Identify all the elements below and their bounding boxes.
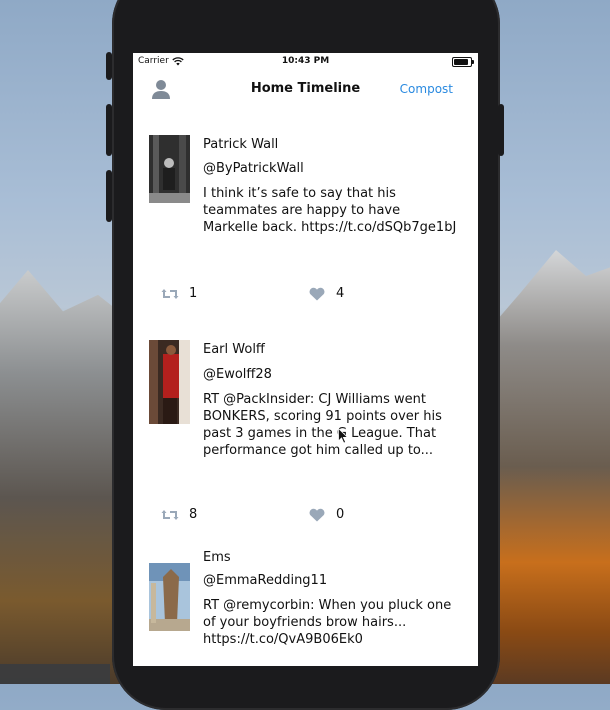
power-button	[498, 104, 504, 156]
navigation-bar: Home Timeline Compost	[133, 71, 478, 107]
mouse-cursor-icon	[338, 428, 348, 444]
desktop-dock	[0, 664, 110, 684]
tweet-author-name: Patrick Wall	[203, 137, 279, 152]
like-button[interactable]: 4	[308, 286, 344, 301]
tweet-cell[interactable]: Patrick Wall @ByPatrickWall I think it’s…	[133, 107, 478, 329]
volume-up-button	[106, 104, 112, 156]
tweet-text: RT @remycorbin: When you pluck one of yo…	[203, 598, 452, 647]
status-bar: Carrier 10:43 PM	[133, 53, 478, 71]
avatar-image	[149, 340, 190, 424]
avatar[interactable]	[149, 563, 190, 631]
desktop-wallpaper-right	[490, 250, 610, 684]
tweet-cell[interactable]: Ems @EmmaRedding11 RT @remycorbin: When …	[133, 550, 478, 661]
tweet-author-handle: @ByPatrickWall	[203, 161, 304, 176]
compose-button[interactable]: Compost	[400, 82, 453, 96]
like-count: 4	[336, 286, 345, 301]
tweet-author-name: Ems	[203, 550, 231, 565]
like-count: 0	[336, 507, 345, 522]
status-time: 10:43 PM	[281, 56, 330, 66]
avatar[interactable]	[149, 135, 190, 203]
battery-icon	[452, 57, 474, 67]
tweet-list[interactable]: Patrick Wall @ByPatrickWall I think it’s…	[133, 107, 478, 661]
avatar[interactable]	[149, 340, 190, 424]
retweet-count: 1	[189, 286, 198, 301]
tweet-text: I think it’s safe to say that his teamma…	[203, 186, 457, 235]
retweet-button[interactable]: 1	[161, 286, 197, 301]
avatar-image	[149, 563, 190, 631]
volume-down-button	[106, 170, 112, 222]
avatar-image	[149, 135, 190, 203]
tweet-author-handle: @Ewolff28	[203, 367, 272, 382]
retweet-icon	[161, 288, 179, 299]
heart-icon	[309, 508, 325, 521]
simulator-screen: Carrier 10:43 PM Home Timeline Compost P…	[133, 53, 478, 666]
tweet-author-handle: @EmmaRedding11	[203, 573, 328, 588]
retweet-count: 8	[189, 507, 198, 522]
heart-icon	[309, 287, 325, 300]
mute-switch	[106, 52, 112, 80]
tweet-author-name: Earl Wolff	[203, 342, 265, 357]
battery-level	[454, 59, 468, 65]
like-button[interactable]: 0	[308, 507, 344, 522]
tweet-cell[interactable]: Earl Wolff @Ewolff28 RT @PackInsider: CJ…	[133, 329, 478, 551]
retweet-icon	[161, 509, 179, 520]
tweet-text: RT @PackInsider: CJ Williams went BONKER…	[203, 392, 442, 458]
retweet-button[interactable]: 8	[161, 507, 197, 522]
